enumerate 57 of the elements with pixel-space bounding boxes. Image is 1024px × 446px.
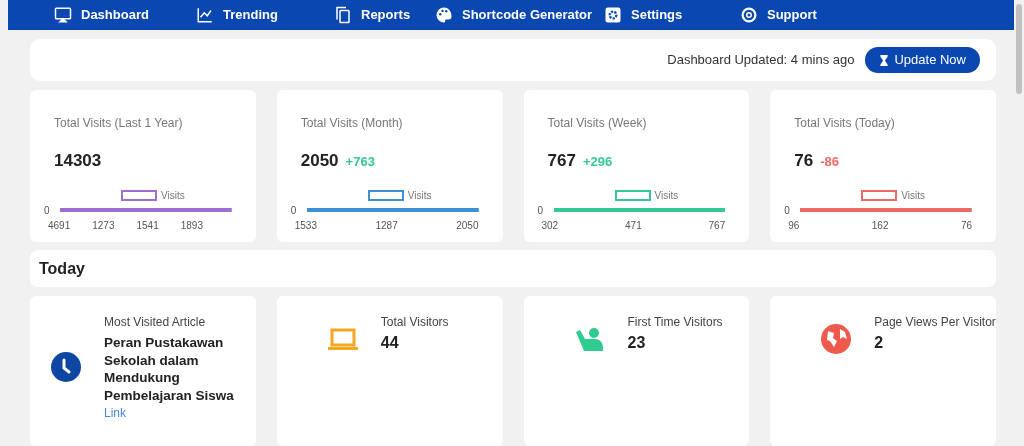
palette-icon: [435, 6, 453, 24]
card-label: Most Visited Article: [104, 314, 207, 331]
x-axis-label: 471: [625, 218, 642, 233]
x-axis-label: 4691: [48, 218, 71, 233]
nav-link[interactable]: Shortcode Generator: [435, 5, 604, 25]
x-axis-label: 1533: [294, 218, 317, 233]
x-axis-label: 1287: [375, 218, 398, 233]
card-value: 23: [627, 333, 647, 353]
stat-value: 76: [794, 150, 814, 172]
x-axis-label: 302: [541, 218, 559, 233]
legend-label: Visits: [901, 188, 925, 203]
stat-change: +296: [582, 153, 613, 171]
stat-title: Total Visits (Last 1 Year): [54, 115, 184, 132]
gear-icon: [604, 6, 622, 24]
nav-link[interactable]: Dashboard: [54, 5, 196, 25]
stat-change: +763: [345, 153, 375, 171]
lifebuoy-icon: [740, 6, 758, 24]
x-axis-label: 1541: [136, 218, 159, 233]
card-value: 44: [380, 333, 400, 353]
line-chart-icon: [196, 6, 214, 24]
card-label: Page Views Per Visitor: [874, 314, 996, 331]
y-axis-label: 0: [290, 203, 298, 218]
x-axis-label: 1273: [92, 218, 115, 233]
article-link[interactable]: Link: [104, 404, 234, 422]
x-axis-label: 96: [788, 218, 800, 233]
section-heading: Today: [39, 258, 85, 279]
stat-value: 2050: [300, 150, 339, 172]
hourglass-icon: [879, 54, 890, 66]
nav-link[interactable]: Support: [740, 5, 860, 25]
y-axis-label: 0: [44, 203, 51, 218]
legend-label: Visits: [407, 188, 432, 203]
copy-icon: [334, 6, 352, 24]
x-axis-label: 2050: [456, 218, 479, 233]
x-axis-label: 162: [871, 218, 889, 233]
nav-link[interactable]: Trending: [196, 5, 334, 25]
update-now-button[interactable]: Update Now: [865, 47, 980, 73]
stat-change: -86: [820, 153, 839, 171]
stat-value: 14303: [54, 150, 102, 172]
stat-value: 767: [547, 150, 576, 172]
card-value: 2: [874, 333, 885, 353]
legend-label: Visits: [161, 188, 185, 203]
monitor-icon: [54, 6, 72, 24]
legend-label: Visits: [654, 188, 679, 203]
nav-link[interactable]: Reports: [334, 5, 435, 25]
card-value: Peran Pustakawan Sekolah dalam Mendukung Pembelajaran Siswa: [104, 334, 234, 404]
stat-title: Total Visits (Today): [794, 115, 896, 132]
stat-title: Total Visits (Month): [300, 115, 404, 132]
stat-title: Total Visits (Week): [547, 115, 648, 132]
y-axis-label: 0: [784, 203, 791, 218]
nav-link[interactable]: Settings: [604, 5, 740, 25]
x-axis-label: 1893: [180, 218, 203, 233]
y-axis-label: 0: [537, 203, 545, 218]
card-label: First Time Visitors: [627, 314, 723, 331]
x-axis-label: 76: [960, 218, 972, 233]
x-axis-label: 767: [708, 218, 726, 233]
card-label: Total Visitors: [380, 314, 449, 331]
update-status-text: Dashboard Updated: 4 mins ago: [667, 51, 855, 70]
